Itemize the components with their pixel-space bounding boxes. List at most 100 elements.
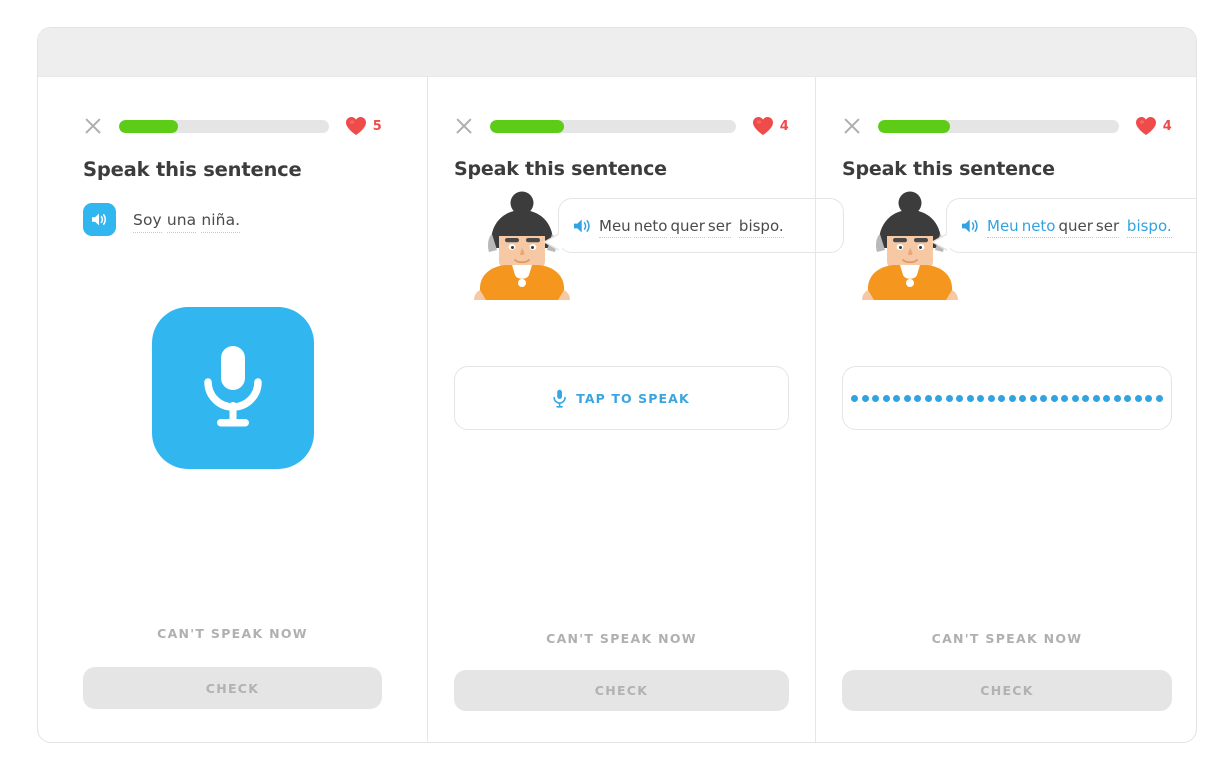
listening-dot [1124,394,1132,402]
window-titlebar [38,28,1196,77]
listening-dot [987,394,995,402]
bubble-sentence: Meu neto quer ser bispo. [573,213,827,240]
lesson-progress-bar [878,119,1119,133]
character-bubble-block: Meu neto quer ser bispo. [454,180,844,314]
tap-to-speak-label: TAP TO SPEAK [576,390,690,406]
listening-dot [1050,394,1058,402]
heart-icon [345,117,366,135]
close-x-icon[interactable] [454,116,474,136]
speaker-icon[interactable] [573,218,592,234]
cant-speak-now-link[interactable]: CAN'T SPEAK NOW [842,631,1172,646]
listening-dot [903,394,911,402]
listening-dot [924,394,932,402]
listening-dot [977,394,985,402]
bubble-word: Meu [987,217,1019,238]
heart-icon [752,117,773,135]
app-window-frame: 5 Speak this sentence Soy una niña. CAN'… [37,27,1197,743]
lesson-progress-fill [119,119,178,133]
close-x-icon[interactable] [83,116,103,136]
listening-dot [935,394,943,402]
screenshot-panel-group: 5 Speak this sentence Soy una niña. CAN'… [38,77,1196,742]
listening-dot [1061,394,1069,402]
panel-footer: CAN'T SPEAK NOW CHECK [454,631,789,711]
panel-listening: 4 Speak this sentence Meu neto quer ser … [815,77,1196,742]
bubble-word: quer [670,217,705,238]
listening-dot [861,394,869,402]
check-button[interactable]: CHECK [454,670,789,711]
listening-dot [966,394,974,402]
lesson-progress-fill [878,119,951,133]
listening-dot [1155,394,1163,402]
bubble-word: quer [1058,217,1093,238]
lesson-header: 4 [454,77,789,136]
cant-speak-now-link[interactable]: CAN'T SPEAK NOW [454,631,789,646]
microphone-icon [203,346,262,427]
listening-dot [1040,394,1048,402]
speech-bubble: Meu neto quer ser bispo. [931,198,1196,253]
listening-dot [1134,394,1142,402]
bubble-word: bispo. [1126,217,1172,238]
panel-footer: CAN'T SPEAK NOW CHECK [83,626,382,709]
listening-dot [1029,394,1037,402]
speaker-icon[interactable] [83,203,116,236]
tap-to-speak-button[interactable]: TAP TO SPEAK [454,366,789,430]
sentence-word: Soy [133,210,162,233]
listening-dot [851,394,859,402]
listening-indicator-box[interactable] [842,366,1172,430]
speech-bubble: Meu neto quer ser bispo. [543,198,844,253]
panel-tap-to-speak: 4 Speak this sentence Meu neto quer ser … [427,77,844,742]
listening-dot [1092,394,1100,402]
hearts-indicator[interactable]: 4 [1135,116,1172,136]
lesson-progress-bar [119,119,329,133]
heart-count: 4 [1162,118,1172,134]
heart-count: 5 [372,118,382,134]
lesson-progress-bar [490,119,736,133]
lesson-header: 4 [842,77,1172,136]
cant-speak-now-link[interactable]: CAN'T SPEAK NOW [83,626,382,641]
hearts-indicator[interactable]: 5 [345,116,382,136]
hearts-indicator[interactable]: 4 [752,116,789,136]
listening-dot [1145,394,1153,402]
check-button[interactable]: CHECK [842,670,1172,711]
listening-dots-icon [851,394,1163,402]
listening-dot [882,394,890,402]
page-title: Speak this sentence [454,158,667,180]
target-sentence: Soy una niña. [133,210,241,233]
close-x-icon[interactable] [842,116,862,136]
speaker-icon[interactable] [961,218,980,234]
panel-speak-idle: 5 Speak this sentence Soy una niña. CAN'… [38,77,427,742]
listening-dot [893,394,901,402]
check-button[interactable]: CHECK [83,667,382,709]
listening-dot [956,394,964,402]
bubble-word: neto [1021,217,1056,238]
listening-dot [998,394,1006,402]
listening-dot [1019,394,1027,402]
listening-dot [1071,394,1079,402]
bubble-tail-fill [546,233,562,251]
bubble-sentence: Meu neto quer ser bispo. [961,213,1196,240]
bubble-word: Meu [599,217,631,238]
listening-dot [1008,394,1016,402]
listening-dot [914,394,922,402]
sentence-word: una [166,210,197,233]
character-bubble-block: Meu neto quer ser bispo. [842,180,1196,314]
panel-footer: CAN'T SPEAK NOW CHECK [842,631,1172,711]
heart-count: 4 [779,118,789,134]
bubble-tail-fill [934,233,950,251]
bubble-word: ser [707,217,732,238]
audio-sentence-row: Soy una niña. [83,181,382,236]
tap-to-speak-label-group: TAP TO SPEAK [553,389,690,408]
sentence-word: niña. [201,210,241,233]
bubble-word: bispo. [738,217,784,238]
bubble-word: ser [1095,217,1120,238]
listening-dot [872,394,880,402]
listening-dot [1103,394,1111,402]
listening-dot [945,394,953,402]
lesson-header: 5 [83,77,382,136]
listening-dot [1113,394,1121,402]
microphone-record-button[interactable] [151,307,314,469]
page-title: Speak this sentence [83,158,302,181]
page-title: Speak this sentence [842,158,1055,180]
listening-dot [1082,394,1090,402]
lesson-progress-fill [490,119,564,133]
